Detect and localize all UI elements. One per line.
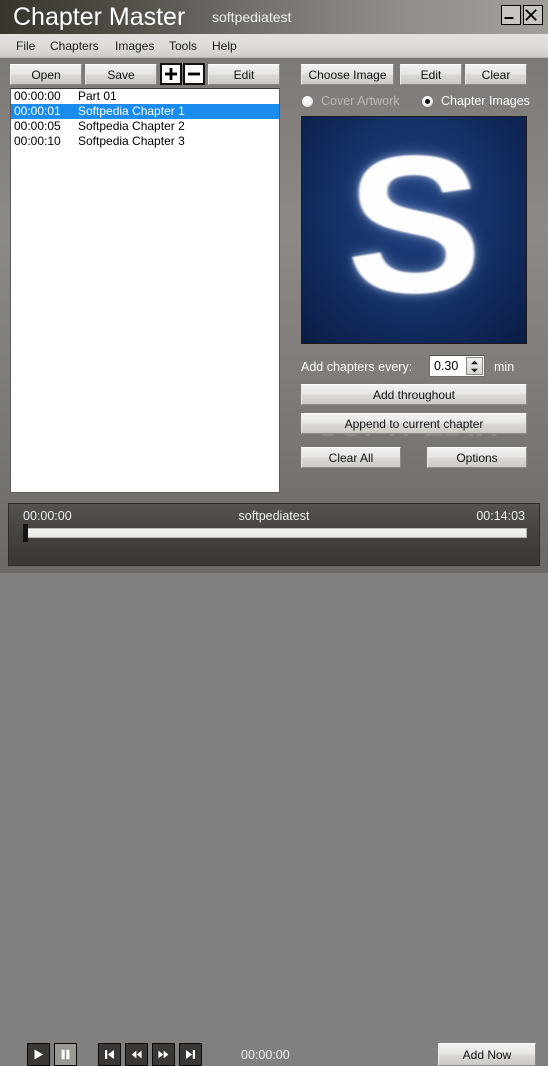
menu-item-tools[interactable]: Tools xyxy=(163,37,203,55)
skip-start-icon xyxy=(105,1050,114,1059)
stepper-down-icon[interactable] xyxy=(467,366,482,374)
chapter-time: 00:00:05 xyxy=(14,119,61,133)
add-chapter-button[interactable] xyxy=(160,63,182,85)
clear-image-button[interactable]: Clear xyxy=(465,64,527,85)
rewind-button[interactable] xyxy=(125,1043,148,1066)
minimize-button[interactable] xyxy=(501,5,521,25)
interval-value[interactable]: 0.30 xyxy=(430,358,466,374)
image-preview[interactable]: S xyxy=(301,116,527,344)
radio-label: Chapter Images xyxy=(441,94,530,108)
menu-bar: File Chapters Images Tools Help xyxy=(0,34,548,58)
play-button[interactable] xyxy=(27,1043,50,1066)
preview-artwork: S xyxy=(302,117,526,343)
app-title: Chapter Master xyxy=(13,3,186,31)
close-button[interactable] xyxy=(523,5,543,25)
menu-item-images[interactable]: Images xyxy=(109,37,160,55)
add-chapters-every-label: Add chapters every: xyxy=(301,360,413,374)
interval-stepper[interactable]: 0.30 xyxy=(429,355,485,377)
chapter-time: 00:00:10 xyxy=(14,134,61,148)
open-button[interactable]: Open xyxy=(10,64,82,85)
minus-icon xyxy=(188,72,200,76)
fast-forward-button[interactable] xyxy=(152,1043,175,1066)
chapter-name: Softpedia Chapter 3 xyxy=(78,134,185,148)
preview-letter: S xyxy=(346,116,482,334)
player-position-readout: 00:00:00 xyxy=(241,1048,290,1062)
add-throughout-button[interactable]: Add throughout xyxy=(301,384,527,405)
application-window: Chapter Master softpediatest File Chapte… xyxy=(0,0,548,1066)
seek-handle[interactable] xyxy=(23,524,28,542)
edit-chapter-button[interactable]: Edit xyxy=(208,64,280,85)
title-bar: Chapter Master softpediatest xyxy=(0,0,548,34)
minimize-icon xyxy=(504,17,514,19)
seek-slider[interactable] xyxy=(23,528,527,538)
table-row[interactable]: 00:00:01 Softpedia Chapter 1 xyxy=(11,104,279,119)
fast-forward-icon xyxy=(158,1050,169,1059)
menu-item-help[interactable]: Help xyxy=(206,37,243,55)
table-row[interactable]: 00:00:05 Softpedia Chapter 2 xyxy=(11,119,279,134)
append-to-current-chapter-button[interactable]: Append to current chapter xyxy=(301,413,527,434)
radio-label: Cover Artwork xyxy=(321,94,400,108)
player-total-time: 00:14:03 xyxy=(476,509,525,523)
menu-item-chapters[interactable]: Chapters xyxy=(44,37,105,55)
chapter-name: Softpedia Chapter 2 xyxy=(78,119,185,133)
play-icon xyxy=(34,1049,43,1060)
radio-icon xyxy=(421,94,434,108)
remove-chapter-button[interactable] xyxy=(183,63,205,85)
menu-item-file[interactable]: File xyxy=(10,37,41,55)
stepper-arrows[interactable] xyxy=(466,357,483,375)
table-row[interactable]: 00:00:10 Softpedia Chapter 3 xyxy=(11,134,279,149)
player-bar: 00:00:00 softpediatest 00:14:03 00:00:00… xyxy=(8,503,540,1066)
chapter-time: 00:00:00 xyxy=(14,89,61,103)
radio-icon xyxy=(301,94,314,108)
chapter-name: Part 01 xyxy=(78,89,117,103)
chapter-list[interactable]: 00:00:00 Part 01 00:00:01 Softpedia Chap… xyxy=(10,88,280,493)
pause-icon xyxy=(61,1049,70,1060)
table-row[interactable]: 00:00:00 Part 01 xyxy=(11,89,279,104)
edit-image-button[interactable]: Edit xyxy=(400,64,462,85)
radio-cover-artwork[interactable]: Cover Artwork xyxy=(301,94,400,108)
stepper-up-icon[interactable] xyxy=(467,358,482,366)
skip-end-icon xyxy=(186,1050,195,1059)
plus-icon xyxy=(165,68,177,80)
skip-to-start-button[interactable] xyxy=(98,1043,121,1066)
document-title: softpediatest xyxy=(212,9,292,25)
pause-button[interactable] xyxy=(54,1043,77,1066)
close-icon xyxy=(525,9,537,21)
options-button[interactable]: Options xyxy=(427,447,527,468)
add-now-button[interactable]: Add Now xyxy=(438,1043,536,1066)
chapter-time: 00:00:01 xyxy=(14,104,61,118)
player-track-title: softpediatest xyxy=(238,509,310,523)
interval-unit-label: min xyxy=(494,360,515,374)
clear-all-button[interactable]: Clear All xyxy=(301,447,401,468)
chapter-name: Softpedia Chapter 1 xyxy=(78,104,185,118)
save-button[interactable]: Save xyxy=(85,64,157,85)
skip-to-end-button[interactable] xyxy=(179,1043,202,1066)
rewind-icon xyxy=(131,1050,142,1059)
choose-image-button[interactable]: Choose Image xyxy=(301,64,394,85)
radio-chapter-images[interactable]: Chapter Images xyxy=(421,94,530,108)
